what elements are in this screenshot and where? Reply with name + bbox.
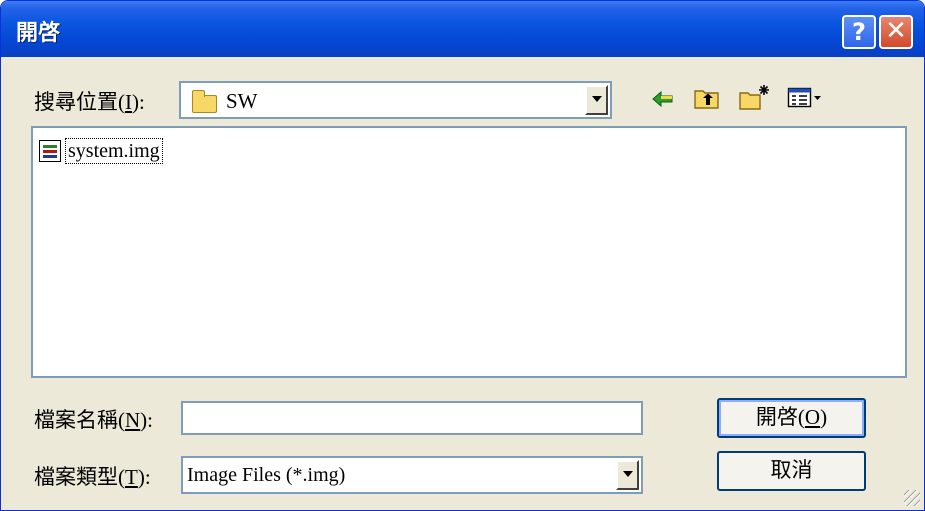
open-file-dialog: 開啓 ? ✕ 搜尋位置(I): SW system.img 檔案名稱(N): 檔… [0,0,925,511]
back-arrow-icon[interactable] [651,89,675,109]
file-name-label: system.img [65,138,163,164]
stacked-file-icon [39,140,61,162]
file-name-label-row: 檔案名稱(N): [34,408,153,432]
resize-grip[interactable] [904,490,920,506]
new-folder-icon[interactable] [738,83,772,111]
file-name-input[interactable] [181,401,643,435]
help-button[interactable]: ? [842,15,876,49]
look-in-value: SW [226,89,258,113]
open-button[interactable]: 開啓(O) [717,398,866,438]
file-type-dropdown-button[interactable] [616,460,639,490]
file-list[interactable]: system.img [31,126,907,378]
help-icon: ? [852,18,866,46]
view-menu-icon[interactable] [787,86,823,110]
file-type-select[interactable]: Image Files (*.img) [181,456,643,494]
window-title: 開啓 [16,21,61,46]
look-in-label: 搜尋位置(I): [34,90,145,114]
file-type-value: Image Files (*.img) [187,464,346,486]
look-in-combo[interactable]: SW [179,81,612,119]
close-button[interactable]: ✕ [879,15,913,49]
cancel-button[interactable]: 取消 [717,451,866,491]
file-type-label: 檔案類型(T): [34,465,151,489]
look-in-dropdown-button[interactable] [585,85,608,115]
title-bar[interactable]: 開啓 ? ✕ [1,1,924,57]
folder-icon [192,90,217,113]
close-icon: ✕ [885,16,907,46]
up-one-level-icon[interactable] [693,85,721,111]
